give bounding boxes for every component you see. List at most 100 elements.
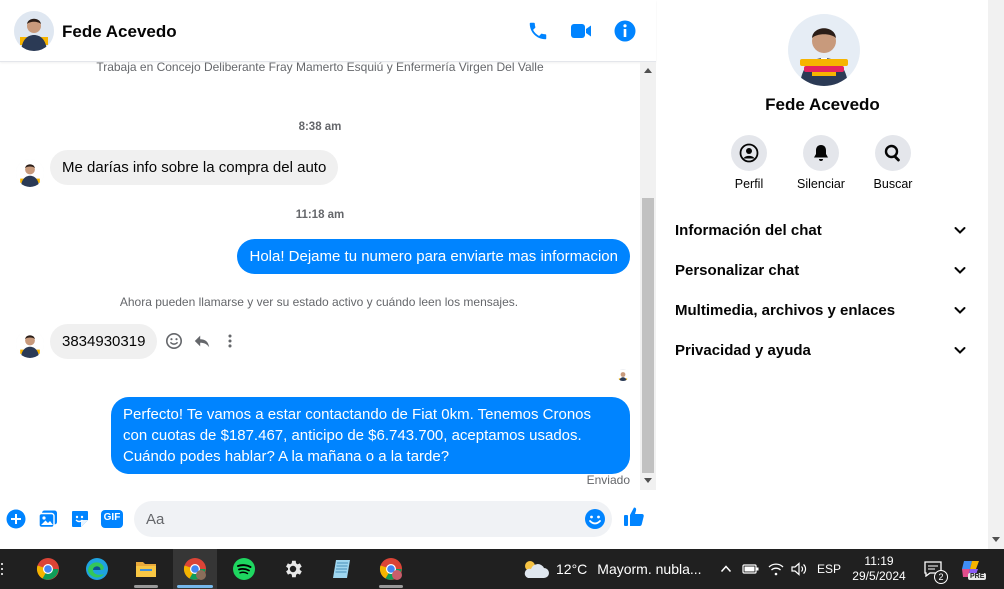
windows-taskbar: 12°C Mayorm. nubla... ESP 11:19 29/5/202… [0,549,1004,589]
incoming-message[interactable]: 3834930319 [50,324,158,359]
taskbar-chrome-profile[interactable] [369,549,413,589]
smiley-icon [165,332,183,350]
sticker-icon [72,511,88,527]
weather-description: Mayorm. nubla... [597,561,702,577]
chevron-down-icon [954,307,966,314]
notification-count: 2 [934,570,948,584]
chevron-down-icon [954,347,966,354]
search-icon [884,144,900,162]
clock-time: 11:19 [864,554,894,568]
sender-avatar[interactable] [16,159,44,187]
emoji-button[interactable] [583,507,607,531]
section-label: Información del chat [675,221,822,239]
battery-status[interactable] [740,549,762,589]
copilot-button[interactable]: PRE [956,549,987,589]
weather-widget[interactable]: 12°C Mayorm. nubla... [520,549,706,589]
running-indicator [134,585,158,588]
chat-header: Fede Acevedo [0,0,656,62]
clock-date: 29/5/2024 [852,569,906,583]
more-options-button[interactable] [219,330,241,352]
section-chat-info[interactable]: Información del chat [665,210,977,250]
battery-icon [742,564,759,574]
emoji-icon [585,509,605,529]
chevron-down-icon [954,267,966,274]
running-indicator [379,585,403,588]
chevron-down-icon [954,227,966,234]
scroll-down-arrow[interactable] [644,478,652,483]
scroll-up-arrow[interactable] [644,68,652,73]
taskbar-chrome-profile-active[interactable] [173,549,217,589]
section-label: Privacidad y ayuda [675,341,811,359]
notepad-icon [333,560,350,578]
edge-icon [86,558,108,580]
profile-icon [739,143,759,163]
gear-icon [286,560,302,578]
conversation-info-button[interactable] [612,18,638,44]
taskbar-handle [0,561,6,577]
gif-label: GIF [103,512,121,523]
copilot-preview-badge: PRE [968,573,987,580]
section-label: Personalizar chat [675,261,800,279]
scroll-down-arrow[interactable] [992,537,1000,542]
plus-circle-icon [6,509,26,529]
video-call-button[interactable] [568,18,594,44]
active-indicator [177,585,213,588]
section-media-files-links[interactable]: Multimedia, archivos y enlaces [665,290,977,330]
panel-scrollbar[interactable] [988,0,1004,549]
panel-contact-name: Fede Acevedo [765,95,880,114]
mute-action[interactable]: Silenciar [786,135,856,191]
sender-avatar[interactable] [16,330,44,358]
taskbar-spotify[interactable] [222,549,266,589]
message-input[interactable] [134,501,612,537]
folder-icon [136,562,156,577]
video-camera-icon [571,24,591,38]
section-label: Multimedia, archivos y enlaces [675,301,896,319]
bell-icon [814,145,828,161]
taskbar-settings[interactable] [271,549,315,589]
outgoing-message[interactable]: Perfecto! Te vamos a estar contactando d… [111,397,630,474]
taskbar-file-explorer[interactable] [124,549,168,589]
gif-button[interactable]: GIF [100,507,124,531]
voice-call-button[interactable] [525,18,551,44]
phone-icon [529,22,547,40]
notification-center[interactable]: 2 [918,549,948,589]
contact-permission-notice: Ahora pueden llamarse y ver su estado ac… [119,295,519,309]
incoming-message[interactable]: Me darías info sobre la compra del auto [50,150,339,185]
profile-action[interactable]: Perfil [714,135,784,191]
taskbar-chrome[interactable] [26,549,70,589]
input-language[interactable]: ESP [814,549,844,589]
section-customize-chat[interactable]: Personalizar chat [665,250,977,290]
taskbar-edge[interactable] [75,549,119,589]
taskbar-notepad[interactable] [320,549,364,589]
scroll-thumb[interactable] [642,198,654,473]
attach-media-button[interactable] [36,507,60,531]
spotify-icon [233,558,255,580]
seen-indicator-avatar [617,369,629,381]
sticker-button[interactable] [68,507,92,531]
contact-name[interactable]: Fede Acevedo [62,22,177,42]
react-button[interactable] [163,330,185,352]
thumbs-up-icon [624,507,644,526]
search-action[interactable]: Buscar [858,135,928,191]
like-button[interactable] [622,505,646,529]
message-scrollbar[interactable] [640,62,656,490]
clock[interactable]: 11:19 29/5/2024 [848,549,910,589]
reply-button[interactable] [191,330,213,352]
more-actions-button[interactable] [4,507,28,531]
speaker-icon [791,562,807,576]
reply-icon [194,335,210,348]
volume-control[interactable] [788,549,810,589]
profile-label: Perfil [734,177,764,191]
contact-profile-picture[interactable] [788,14,860,86]
section-privacy-help[interactable]: Privacidad y ayuda [665,330,977,370]
chrome-icon [379,558,402,580]
outgoing-message[interactable]: Hola! Dejame tu numero para enviarte mas… [237,239,630,274]
conversation-info-panel: Fede Acevedo Perfil Silenciar Buscar Inf… [657,0,988,549]
show-hidden-icons-button[interactable] [716,549,736,589]
timestamp: 11:18 am [295,209,345,221]
message-status: Enviado [586,473,630,487]
network-status[interactable] [765,549,787,589]
contact-avatar[interactable] [14,11,54,51]
more-vertical-icon [228,334,232,348]
info-icon [614,20,636,42]
